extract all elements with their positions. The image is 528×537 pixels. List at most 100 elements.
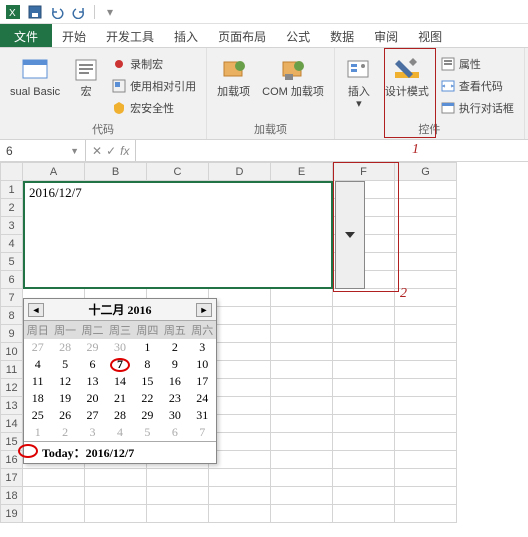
row-header[interactable]: 14 (1, 415, 23, 433)
cell[interactable] (333, 289, 395, 307)
cell[interactable] (209, 289, 271, 307)
design-mode-button[interactable]: 设计模式 (381, 52, 433, 119)
cal-day[interactable]: 21 (106, 390, 133, 407)
cal-day[interactable]: 2 (51, 424, 78, 441)
tab-view[interactable]: 视图 (408, 24, 452, 47)
select-all-corner[interactable] (1, 163, 23, 181)
cell[interactable] (85, 505, 147, 523)
cell[interactable] (395, 469, 457, 487)
cell[interactable] (333, 343, 395, 361)
col-header[interactable]: G (395, 163, 457, 181)
cal-day[interactable]: 3 (189, 339, 216, 356)
cal-day[interactable]: 9 (161, 356, 188, 373)
cal-day[interactable]: 16 (161, 373, 188, 390)
tab-pagelayout[interactable]: 页面布局 (208, 24, 276, 47)
cal-day[interactable]: 5 (134, 424, 161, 441)
cell[interactable] (333, 397, 395, 415)
cell[interactable] (147, 487, 209, 505)
cell[interactable] (333, 505, 395, 523)
cell[interactable] (333, 433, 395, 451)
cal-day[interactable]: 17 (189, 373, 216, 390)
fx-icon[interactable]: fx (120, 144, 129, 158)
cell[interactable] (271, 307, 333, 325)
cal-day[interactable]: 4 (106, 424, 133, 441)
undo-icon[interactable] (50, 5, 64, 19)
cal-today-row[interactable]: Today：2016/12/7 (24, 441, 216, 463)
cell[interactable] (395, 451, 457, 469)
record-macro-button[interactable]: 录制宏 (108, 54, 200, 74)
cell[interactable] (333, 307, 395, 325)
cal-day[interactable]: 18 (24, 390, 51, 407)
cal-next-button[interactable]: ► (196, 303, 212, 317)
addins-button[interactable]: 加载项 (213, 52, 254, 119)
properties-button[interactable]: 属性 (437, 54, 518, 74)
cell[interactable] (209, 343, 271, 361)
save-icon[interactable] (28, 5, 42, 19)
cell[interactable] (209, 379, 271, 397)
cal-day[interactable]: 30 (106, 339, 133, 356)
col-header[interactable]: E (271, 163, 333, 181)
cell[interactable] (23, 505, 85, 523)
tab-formulas[interactable]: 公式 (276, 24, 320, 47)
cal-day[interactable]: 14 (106, 373, 133, 390)
row-header[interactable]: 9 (1, 325, 23, 343)
row-header[interactable]: 3 (1, 217, 23, 235)
cell[interactable] (85, 487, 147, 505)
name-box[interactable]: 6▼ (0, 140, 86, 161)
row-header[interactable]: 7 (1, 289, 23, 307)
formula-input[interactable] (136, 140, 528, 161)
view-code-button[interactable]: 查看代码 (437, 76, 518, 96)
cal-day[interactable]: 2 (161, 339, 188, 356)
cal-day[interactable]: 11 (24, 373, 51, 390)
cell[interactable] (147, 505, 209, 523)
cell[interactable] (333, 325, 395, 343)
cell[interactable] (333, 451, 395, 469)
cal-day[interactable]: 10 (189, 356, 216, 373)
cell[interactable] (271, 433, 333, 451)
cell[interactable] (395, 235, 457, 253)
cell[interactable] (271, 397, 333, 415)
cal-day[interactable]: 15 (134, 373, 161, 390)
cell[interactable] (209, 325, 271, 343)
cell[interactable] (395, 181, 457, 199)
cell[interactable] (23, 469, 85, 487)
cell[interactable] (271, 361, 333, 379)
tab-data[interactable]: 数据 (320, 24, 364, 47)
row-header[interactable]: 17 (1, 469, 23, 487)
tab-developer[interactable]: 开发工具 (96, 24, 164, 47)
cell[interactable] (209, 487, 271, 505)
cal-day[interactable]: 8 (134, 356, 161, 373)
col-header[interactable]: C (147, 163, 209, 181)
row-header[interactable]: 11 (1, 361, 23, 379)
tab-file[interactable]: 文件 (0, 24, 52, 47)
cell[interactable] (395, 343, 457, 361)
cell[interactable] (209, 433, 271, 451)
row-header[interactable]: 4 (1, 235, 23, 253)
cell[interactable] (271, 343, 333, 361)
cal-day[interactable]: 27 (79, 407, 106, 424)
cal-day[interactable]: 27 (24, 339, 51, 356)
cell[interactable] (209, 451, 271, 469)
cal-day[interactable]: 22 (134, 390, 161, 407)
col-header[interactable]: A (23, 163, 85, 181)
cal-day[interactable]: 31 (189, 407, 216, 424)
merged-date-cell[interactable]: 2016/12/7 (23, 181, 333, 289)
col-header[interactable]: D (209, 163, 271, 181)
cal-day[interactable]: 1 (134, 339, 161, 356)
com-addins-button[interactable]: COM 加载项 (258, 52, 328, 119)
cancel-icon[interactable]: ✕ (92, 144, 102, 158)
dropdown-control[interactable] (335, 181, 365, 289)
cal-day[interactable]: 3 (79, 424, 106, 441)
cal-day[interactable]: 5 (51, 356, 78, 373)
cal-day[interactable]: 20 (79, 390, 106, 407)
customize-qat-icon[interactable]: ▾ (103, 5, 117, 19)
cell[interactable] (333, 469, 395, 487)
cell[interactable] (333, 379, 395, 397)
cell[interactable] (271, 469, 333, 487)
cal-day[interactable]: 29 (79, 339, 106, 356)
cell[interactable] (23, 487, 85, 505)
row-header[interactable]: 6 (1, 271, 23, 289)
row-header[interactable]: 8 (1, 307, 23, 325)
row-header[interactable]: 19 (1, 505, 23, 523)
row-header[interactable]: 13 (1, 397, 23, 415)
